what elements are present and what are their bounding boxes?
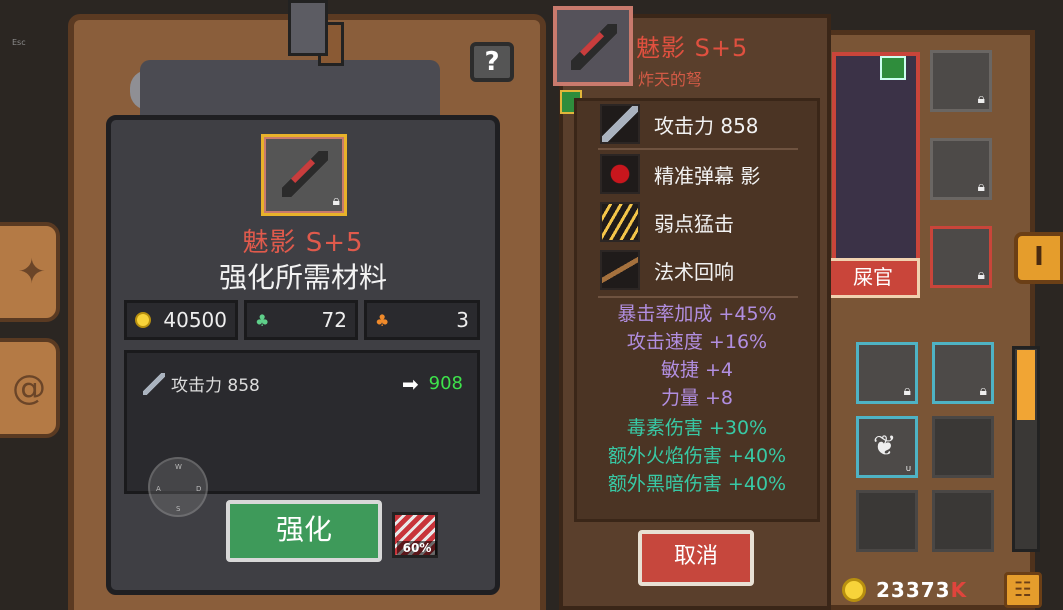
divider [598,296,798,298]
crossbow-icon [571,24,617,70]
gold-cost-box: 40500 [124,300,238,340]
character-name-badge: 屎官 [826,258,920,298]
lock-icon: 🔒︎ [979,383,987,399]
success-rate: 60% [397,541,437,555]
slot-tag: U [905,465,911,473]
lock-icon: 🔒︎ [977,91,985,107]
tooltip-item-name: 魅影 S+5 [636,34,749,62]
attr-text: 法术回响 [654,259,734,284]
bonus-dark: 额外黑暗伤害 +40% [607,473,787,495]
sword-icon [143,372,165,395]
materials-title: 强化所需材料 [218,261,387,294]
arrow-right-icon: ➡ [401,371,419,396]
hammer-icon [288,0,328,56]
inventory-slot[interactable]: 🔒︎ [930,50,992,112]
help-button[interactable]: ? [470,42,514,82]
joystick-d: D [196,485,202,493]
lock-icon: 🔒︎ [332,193,340,209]
inventory-slot[interactable]: 🔒︎ [856,342,918,404]
side-tab-settings[interactable]: @ [0,338,60,438]
bonus-crit-rate: 暴击率加成 +45% [617,303,777,325]
cancel-button[interactable]: 取消 [638,530,754,586]
virtual-joystick[interactable]: W A D S [148,457,208,517]
wand-icon [600,250,640,290]
gold-total: 23373K [876,578,967,602]
feather-icon: ❦ [873,429,897,462]
inventory-slot[interactable]: 🔒︎ [932,342,994,404]
menu-button[interactable]: ☷ [1004,572,1042,608]
inventory-slot[interactable] [932,490,994,552]
gold-suffix: K [950,578,968,602]
green-gem-cost: 72 [321,308,347,332]
tooltip-attr-echo: 法术回响 [600,250,800,290]
bonus-strength: 力量 +8 [660,387,734,409]
character-portrait [832,52,920,262]
gold-strike-icon [600,202,640,242]
tooltip-item-subtitle: 炸天的弩 [638,70,703,89]
spiral-icon: @ [12,368,46,408]
inventory-slot[interactable] [932,416,994,478]
attr-text: 攻击力 858 [654,113,759,138]
stat-row-attack: 攻击力 858 ➡ 908 [143,371,463,396]
lock-icon: 🔒︎ [977,267,985,283]
attr-text: 精准弹幕 影 [654,163,761,188]
inventory-slot[interactable]: 🔒︎ [930,138,992,200]
character-icon: ✦ [17,252,47,292]
gold-amount: 23373 [876,578,951,602]
joystick-s: S [176,505,181,513]
lock-icon: 🔒︎ [903,383,911,399]
enhance-button[interactable]: 强化 [226,500,382,562]
orange-gem-cost: 3 [456,308,469,332]
joystick-w: W [175,463,182,471]
attr-text: 弱点猛击 [654,211,734,236]
tooltip-attr-skill: 精准弹幕 影 [600,154,800,194]
stat-new-value: 908 [428,373,463,394]
bonus-agility: 敏捷 +4 [660,359,734,381]
gold-cost: 40500 [163,308,227,332]
inventory-slot[interactable]: ❦ U [856,416,918,478]
divider [598,148,798,150]
tooltip-item-slot [553,6,633,86]
inventory-tab[interactable]: I [1014,232,1063,284]
bonus-attack-speed: 攻击速度 +16% [626,331,768,353]
tooltip-attr-attack: 攻击力 858 [600,104,800,144]
bonus-poison: 毒素伤害 +30% [626,417,768,439]
esc-hint: Esc [12,38,26,47]
gold-coin-icon [842,578,866,602]
joystick-a: A [156,485,161,493]
stat-label: 攻击力 858 [171,376,260,396]
gold-coin-icon [135,312,151,328]
bonus-fire: 额外火焰伤害 +40% [607,445,787,467]
orange-gem-cost-box: ♣ 3 [364,300,480,340]
red-swirl-icon [600,154,640,194]
inventory-slot[interactable] [856,490,918,552]
crossbow-icon [282,151,328,197]
success-rate-icon: 60% [392,512,438,558]
lock-icon: 🔒︎ [977,179,985,195]
orange-gem-icon: ♣ [375,310,390,330]
green-gem-cost-box: ♣ 72 [244,300,358,340]
green-gem-icon: ♣ [255,310,270,330]
level-badge-icon [880,56,906,80]
tooltip-attr-weakpoint: 弱点猛击 [600,202,800,242]
forge-item-name: 魅影 S+5 [242,228,364,258]
forge-item-slot[interactable]: 🔒︎ [261,134,347,216]
inventory-slot[interactable]: 🔒︎ [930,226,992,288]
sword-icon [600,104,640,144]
side-tab-character[interactable]: ✦ [0,222,60,322]
scrollbar-thumb[interactable] [1017,350,1035,420]
